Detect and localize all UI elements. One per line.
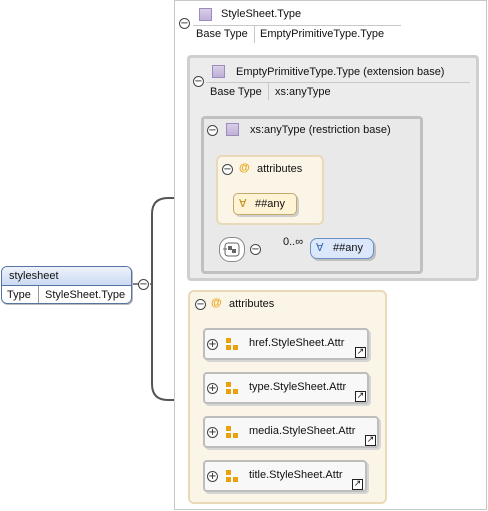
stylesheet-type-title: StyleSheet.Type — [221, 8, 302, 20]
attribute-at-icon: @ — [211, 297, 222, 309]
extension-base-divider — [268, 83, 269, 100]
sequence-compositor[interactable] — [219, 237, 245, 262]
extension-base-type-label: Base Type — [210, 86, 262, 98]
link-arrow-icon[interactable]: ↗ — [352, 479, 363, 490]
attribute-name: media.StyleSheet.Attr — [249, 425, 356, 437]
any-attribute-value: ##any — [255, 198, 285, 210]
attribute-name: title.StyleSheet.Attr — [249, 469, 343, 481]
attributes-label: attributes — [229, 298, 275, 310]
expand-icon[interactable]: + — [207, 383, 218, 394]
attributes-collapse-icon[interactable]: − — [195, 299, 206, 310]
expand-icon[interactable]: + — [207, 427, 218, 438]
stylesheet-type-collapse-icon[interactable]: − — [179, 18, 190, 29]
restriction-collapse-icon[interactable]: − — [207, 125, 218, 136]
extension-collapse-icon[interactable]: − — [193, 76, 204, 87]
complex-type-icon — [199, 8, 212, 21]
expand-icon[interactable]: + — [207, 339, 218, 350]
sequence-icon — [223, 242, 240, 257]
attribute-name: type.StyleSheet.Attr — [249, 381, 347, 393]
any-element-value: ##any — [333, 242, 363, 254]
root-type-value: StyleSheet.Type — [45, 289, 126, 301]
link-arrow-icon[interactable]: ↗ — [365, 435, 376, 446]
complex-type-icon — [226, 123, 239, 136]
extension-rule — [206, 82, 470, 83]
attribute-icon — [226, 338, 240, 351]
link-arrow-icon[interactable]: ↗ — [355, 347, 366, 358]
extension-title: EmptyPrimitiveType.Type (extension base) — [236, 66, 445, 78]
attribute-at-icon: @ — [239, 162, 250, 174]
attribute-icon — [226, 382, 240, 395]
forall-icon: ∀ — [239, 197, 247, 210]
link-arrow-icon[interactable]: ↗ — [355, 391, 366, 402]
attribute-name: href.StyleSheet.Attr — [249, 337, 345, 349]
expand-icon[interactable]: + — [207, 471, 218, 482]
stylesheet-base-type-label: Base Type — [196, 28, 248, 40]
root-type-divider — [38, 286, 39, 303]
root-element-box[interactable]: stylesheet Type StyleSheet.Type — [1, 266, 132, 304]
attribute-icon — [226, 426, 240, 439]
stylesheet-base-type-value: EmptyPrimitiveType.Type — [260, 28, 385, 40]
attribute-icon — [226, 470, 240, 483]
occurrence-label: 0..∞ — [283, 236, 304, 248]
root-collapse-icon[interactable]: − — [138, 279, 149, 290]
forall-icon: ∀ — [316, 241, 324, 254]
stylesheet-base-divider — [254, 26, 255, 43]
restriction-attributes-collapse-icon[interactable]: − — [222, 164, 233, 175]
complex-type-icon — [212, 65, 225, 78]
extension-base-type-value: xs:anyType — [275, 86, 331, 98]
restriction-attributes-label: attributes — [257, 163, 303, 175]
restriction-title: xs:anyType (restriction base) — [250, 124, 391, 136]
root-type-label: Type — [7, 289, 31, 301]
sequence-collapse-icon[interactable]: − — [250, 244, 261, 255]
root-element-name: stylesheet — [9, 270, 59, 282]
stylesheet-type-rule — [193, 25, 401, 26]
